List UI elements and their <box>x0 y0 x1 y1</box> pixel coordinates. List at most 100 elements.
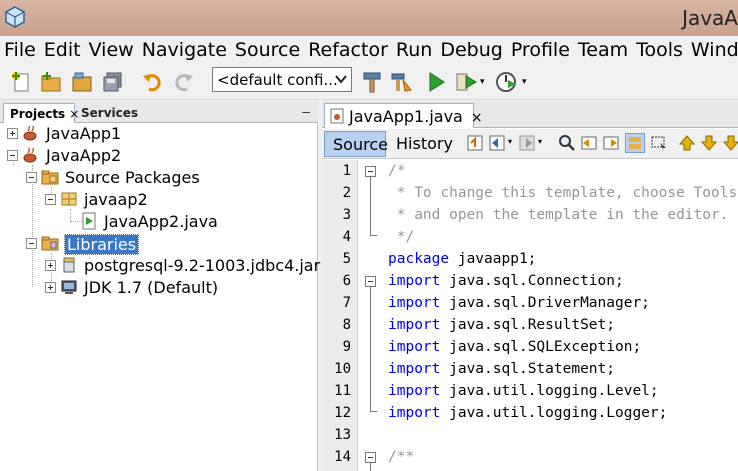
code-area[interactable]: /* * To change this template, choose Too… <box>322 160 738 471</box>
find-previous-icon[interactable] <box>580 134 598 152</box>
menu-profile[interactable]: Profile <box>507 39 574 61</box>
tab-javaapp1-java[interactable]: JavaApp1.java × <box>324 103 483 128</box>
expand-icon[interactable] <box>45 282 56 293</box>
code-line[interactable]: import java.sql.DriverManager; <box>388 295 650 317</box>
menu-refactor[interactable]: Refactor <box>304 39 392 61</box>
menu-bar: File Edit View Navigate Source Refactor … <box>0 36 738 64</box>
source-folder-icon <box>41 170 59 185</box>
code-line[interactable]: import java.sql.SQLException; <box>388 339 641 361</box>
menu-run[interactable]: Run <box>392 39 436 61</box>
menu-navigate[interactable]: Navigate <box>138 39 231 61</box>
code-line[interactable]: * To change this template, choose Tools … <box>388 185 738 207</box>
forward-icon[interactable] <box>518 134 536 152</box>
menu-team[interactable]: Team <box>574 39 632 61</box>
menu-view[interactable]: View <box>85 39 138 61</box>
java-project-icon <box>23 147 37 163</box>
find-next-icon[interactable] <box>602 134 620 152</box>
run-toolbar: ▾ ▾ <box>356 64 536 100</box>
run-icon[interactable] <box>424 70 448 94</box>
minimize-icon[interactable]: – <box>302 103 310 119</box>
collapse-icon[interactable] <box>7 150 18 161</box>
history-view-button[interactable]: History <box>390 131 459 157</box>
tree-item-source-packages[interactable]: Source Packages <box>65 168 200 187</box>
tree-connector <box>32 165 33 287</box>
code-keyword: import <box>388 273 441 289</box>
code-text: java.util.logging.Logger; <box>440 405 668 421</box>
toggle-rectangular-selection-icon[interactable] <box>650 134 668 152</box>
tab-services[interactable]: Services <box>75 103 155 123</box>
menu-source[interactable]: Source <box>231 39 304 61</box>
panel-tab-bar: Projects × Services – <box>0 101 318 123</box>
tree-item-package[interactable]: javaap2 <box>84 190 148 209</box>
find-icon[interactable] <box>558 134 576 152</box>
code-comment: * To change this template, choose Tools … <box>396 185 738 201</box>
new-project-icon[interactable] <box>39 70 63 94</box>
code-line[interactable]: package javaapp1; <box>388 251 536 273</box>
menu-edit[interactable]: Edit <box>40 39 85 61</box>
last-edit-icon[interactable] <box>466 134 484 152</box>
redo-icon[interactable] <box>171 70 195 94</box>
tab-projects[interactable]: Projects × <box>3 103 79 123</box>
tree-item-java-file[interactable]: JavaApp2.java <box>104 212 218 231</box>
tree-item-jdk[interactable]: JDK 1.7 (Default) <box>84 278 218 297</box>
java-project-icon <box>23 125 37 141</box>
code-text: java.sql.DriverManager; <box>440 295 650 311</box>
clean-build-icon[interactable] <box>389 70 413 94</box>
code-line[interactable]: * and open the template in the editor. <box>388 207 729 229</box>
chevron-down-icon <box>335 75 347 84</box>
code-comment: */ <box>388 229 415 245</box>
menu-debug[interactable]: Debug <box>436 39 506 61</box>
editor-toolbar: Source History ▾ ▾ <box>322 129 738 159</box>
toggle-highlight-icon[interactable] <box>625 133 645 153</box>
back-dropdown-icon[interactable]: ▾ <box>508 137 512 146</box>
forward-dropdown-icon[interactable]: ▾ <box>538 137 542 146</box>
new-file-icon[interactable] <box>10 70 34 94</box>
tree-item-jar[interactable]: postgresql-9.2-1003.jdbc4.jar <box>84 256 320 275</box>
back-icon[interactable] <box>488 134 506 152</box>
debug-icon[interactable] <box>454 70 478 94</box>
code-line[interactable]: import java.util.logging.Level; <box>388 383 659 405</box>
jdk-icon <box>61 280 77 294</box>
configuration-select[interactable]: <default confi... <box>212 67 352 92</box>
code-keyword: import <box>388 317 441 333</box>
menu-tools[interactable]: Tools <box>632 39 687 61</box>
code-keyword: import <box>388 383 441 399</box>
menu-file[interactable]: File <box>0 39 40 61</box>
code-line[interactable]: import java.sql.Connection; <box>388 273 624 295</box>
expand-icon[interactable] <box>7 128 18 139</box>
code-text: java.sql.Connection; <box>440 273 624 289</box>
editor-tab-label: JavaApp1.java <box>349 107 463 126</box>
debug-dropdown-icon[interactable]: ▾ <box>480 76 485 87</box>
save-all-icon[interactable] <box>101 70 125 94</box>
tree-item-libraries[interactable]: Libraries <box>64 234 140 255</box>
jar-icon <box>63 257 75 273</box>
undo-icon[interactable] <box>141 70 165 94</box>
collapse-icon[interactable] <box>26 172 37 183</box>
toggle-bookmark-icon[interactable] <box>722 134 738 152</box>
previous-bookmark-icon[interactable] <box>678 134 696 152</box>
hammer-build-icon[interactable] <box>360 70 384 94</box>
code-line[interactable]: import java.util.logging.Logger; <box>388 405 667 427</box>
code-line[interactable]: */ <box>388 229 414 251</box>
profile-icon[interactable] <box>494 70 518 94</box>
code-line[interactable]: /** <box>388 449 414 471</box>
editor-panel: JavaApp1.java × Source History ▾ ▾ 1 2 3… <box>322 101 738 471</box>
package-icon <box>61 192 77 206</box>
collapse-icon[interactable] <box>45 194 56 205</box>
netbeans-app-icon[interactable] <box>5 6 25 28</box>
open-project-icon[interactable] <box>70 70 94 94</box>
code-line[interactable]: import java.sql.Statement; <box>388 361 615 383</box>
source-view-button[interactable]: Source <box>324 131 388 157</box>
collapse-icon[interactable] <box>26 238 37 249</box>
title-bar: JavaA <box>0 0 738 36</box>
tree-item-javaapp2[interactable]: JavaApp2 <box>46 146 121 165</box>
code-line[interactable]: import java.sql.ResultSet; <box>388 317 615 339</box>
close-icon[interactable]: × <box>471 110 483 126</box>
profile-dropdown-icon[interactable]: ▾ <box>522 76 527 87</box>
tree-item-javaapp1[interactable]: JavaApp1 <box>46 124 121 143</box>
menu-window[interactable]: Window <box>687 39 738 61</box>
expand-icon[interactable] <box>45 260 56 271</box>
tab-services-label: Services <box>81 106 139 120</box>
code-line[interactable]: /* <box>388 163 405 185</box>
next-bookmark-icon[interactable] <box>700 134 718 152</box>
